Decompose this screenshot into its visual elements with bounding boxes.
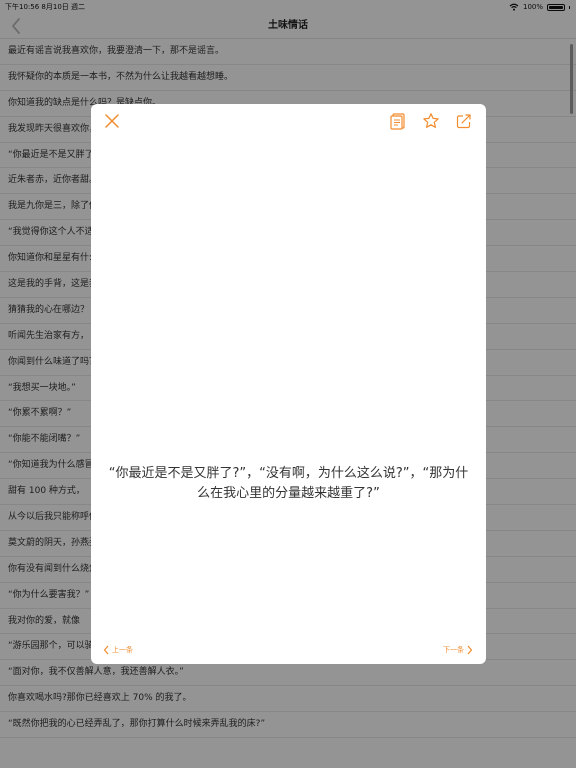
notes-icon bbox=[390, 113, 405, 130]
close-button[interactable] bbox=[103, 112, 121, 130]
next-button[interactable]: 下一条 bbox=[443, 644, 473, 656]
next-label: 下一条 bbox=[443, 646, 464, 654]
star-icon bbox=[423, 113, 439, 128]
chevron-left-icon bbox=[103, 645, 109, 655]
close-icon bbox=[105, 114, 119, 128]
share-icon bbox=[456, 114, 471, 129]
share-button[interactable] bbox=[455, 112, 473, 130]
previous-label: 上一条 bbox=[112, 646, 133, 654]
notes-button[interactable] bbox=[389, 112, 407, 130]
quote-text: “你最近是不是又胖了?”，“没有啊，为什么这么说?”，“那为什么在我心里的分量越… bbox=[108, 466, 469, 501]
favorite-button[interactable] bbox=[422, 112, 440, 130]
chevron-right-icon bbox=[467, 645, 473, 655]
quote-detail-modal: “你最近是不是又胖了?”，“没有啊，为什么这么说?”，“那为什么在我心里的分量越… bbox=[91, 104, 486, 664]
previous-button[interactable]: 上一条 bbox=[103, 644, 133, 656]
